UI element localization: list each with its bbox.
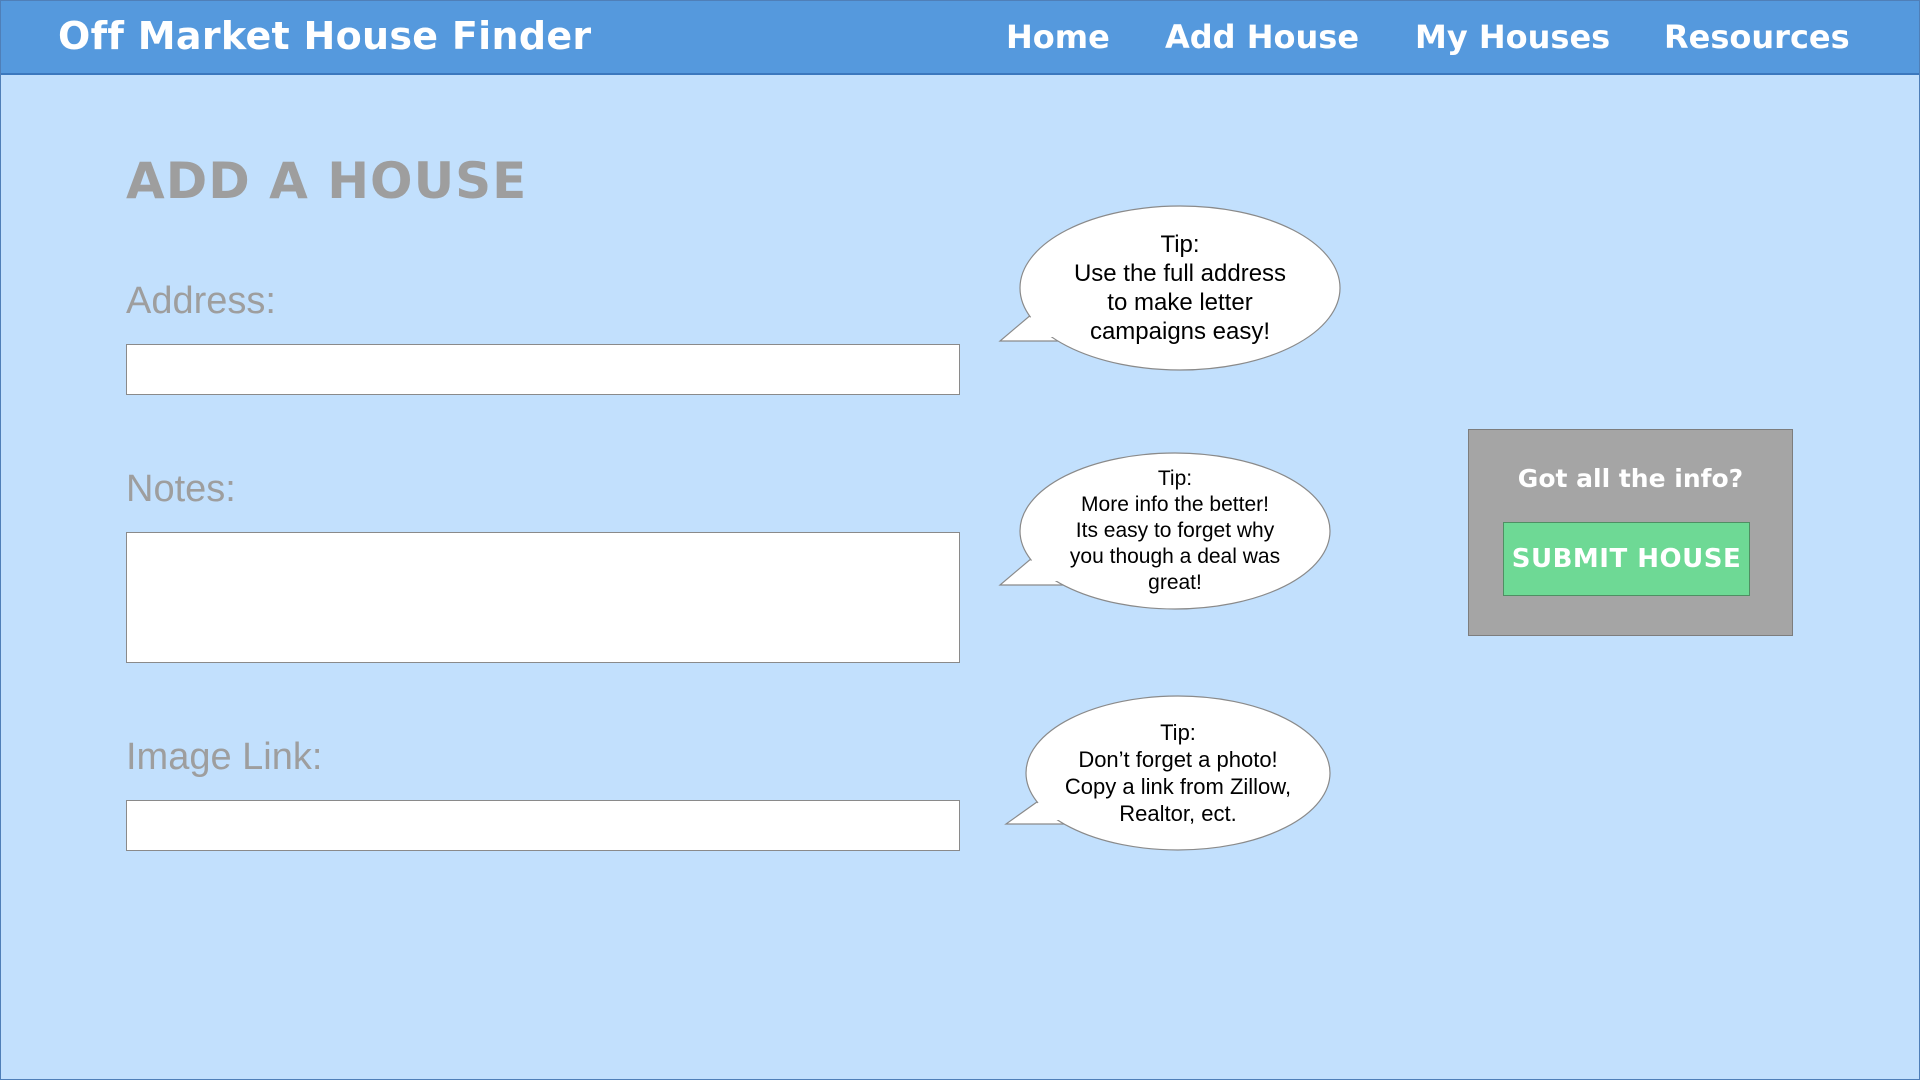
nav-resources[interactable]: Resources <box>1664 18 1850 56</box>
tip-line: Realtor, ect. <box>1119 801 1237 826</box>
nav-add-house[interactable]: Add House <box>1165 18 1359 56</box>
tip-line: Copy a link from Zillow, <box>1064 774 1292 799</box>
nav-my-houses[interactable]: My Houses <box>1415 18 1610 56</box>
address-input[interactable] <box>126 344 960 395</box>
tip-line: Its easy to forget why <box>1075 519 1275 542</box>
image-link-label: Image Link: <box>126 736 323 778</box>
notes-textarea[interactable] <box>126 532 960 663</box>
notes-label: Notes: <box>126 468 236 510</box>
top-nav-bar: Off Market House Finder Home Add House M… <box>0 0 1920 75</box>
tip-line: you though a deal was <box>1069 545 1281 568</box>
nav-home[interactable]: Home <box>1006 18 1110 56</box>
submit-panel: Got all the info? SUBMIT HOUSE <box>1468 429 1793 636</box>
tip-line: great! <box>1148 571 1202 594</box>
site-title[interactable]: Off Market House Finder <box>58 14 591 58</box>
submit-prompt: Got all the info? <box>1517 464 1744 493</box>
tip-line: More info the better! <box>1081 493 1269 516</box>
tip-line: Tip: <box>1160 720 1196 745</box>
image-tip-bubble: Tip: Don’t forget a photo! Copy a link f… <box>996 693 1356 893</box>
tip-line: to make letter <box>1107 289 1253 316</box>
tip-line: Tip: <box>1157 467 1193 490</box>
address-tip-bubble: Tip: Use the full address to make letter… <box>990 200 1350 400</box>
notes-tip-bubble: Tip: More info the better! Its easy to f… <box>990 448 1350 648</box>
address-label: Address: <box>126 280 276 322</box>
submit-house-button[interactable]: SUBMIT HOUSE <box>1503 522 1750 596</box>
tip-line: Tip: <box>1160 231 1200 258</box>
tip-line: Use the full address <box>1073 260 1287 287</box>
image-link-input[interactable] <box>126 800 960 851</box>
tip-line: Don’t forget a photo! <box>1078 747 1278 772</box>
page-title: ADD A HOUSE <box>126 152 528 210</box>
tip-line: campaigns easy! <box>1089 318 1271 345</box>
